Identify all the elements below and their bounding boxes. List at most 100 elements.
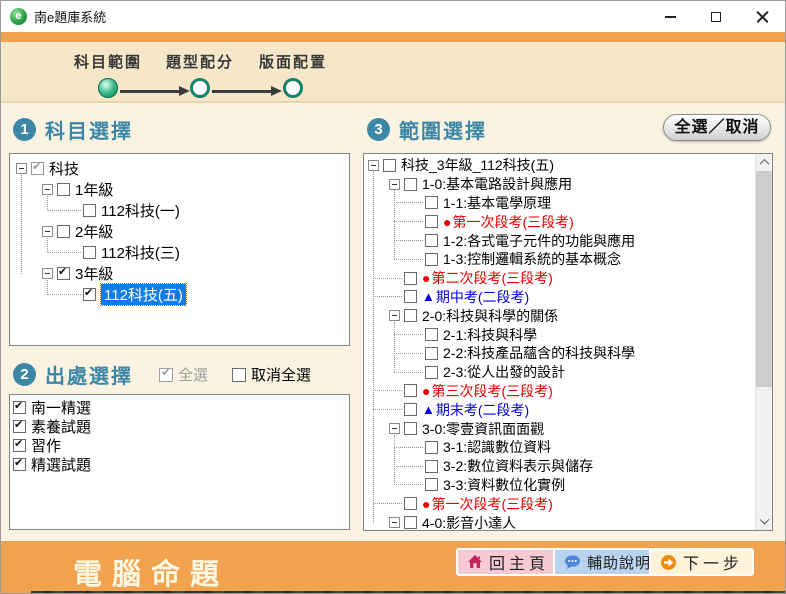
checkbox-icon[interactable] bbox=[83, 204, 96, 217]
tree-node-label[interactable]: 第一次段考(三段考) bbox=[452, 212, 573, 232]
next-step-button[interactable]: 下一步 bbox=[649, 548, 754, 576]
tree-node-label[interactable]: 1-3:控制邏輯系統的基本概念 bbox=[443, 249, 621, 269]
tree-row[interactable]: ●第三次段考(三段考) bbox=[364, 382, 772, 401]
tree-row[interactable]: 2-3:從人出發的設計 bbox=[364, 363, 772, 382]
tree-row[interactable]: 1-2:各式電子元件的功能與應用 bbox=[364, 231, 772, 250]
tree-row[interactable]: 2-0:科技與科學的關係 bbox=[364, 306, 772, 325]
checkbox-icon[interactable] bbox=[404, 178, 417, 191]
close-button[interactable] bbox=[739, 1, 785, 32]
tree-row[interactable]: 2-1:科技與科學 bbox=[364, 325, 772, 344]
checkbox-icon[interactable] bbox=[425, 215, 438, 228]
scrollbar-thumb[interactable] bbox=[756, 171, 773, 387]
expand-toggle-icon[interactable] bbox=[389, 310, 400, 321]
tree-node-label[interactable]: 3-0:零壹資訊面面觀 bbox=[422, 419, 544, 439]
tree-node-label[interactable]: 1-2:各式電子元件的功能與應用 bbox=[443, 231, 635, 251]
checkbox-icon[interactable] bbox=[83, 246, 96, 259]
tree-row[interactable]: ✔ 科技 bbox=[10, 158, 349, 179]
tree-node-label[interactable]: 期中考(二段考) bbox=[436, 287, 529, 307]
tree-node-label[interactable]: 3-2:數位資料表示與儲存 bbox=[443, 456, 593, 476]
checkbox-icon[interactable] bbox=[404, 272, 417, 285]
select-toggle-all-button[interactable]: 全選／取消 bbox=[663, 114, 771, 141]
tree-row[interactable]: ●第二次段考(三段考) bbox=[364, 269, 772, 288]
tree-node-label[interactable]: 2-3:從人出發的設計 bbox=[443, 362, 565, 382]
expand-toggle-icon[interactable] bbox=[389, 517, 400, 528]
tree-node-label[interactable]: 1-0:基本電路設計與應用 bbox=[422, 174, 572, 194]
tree-row[interactable]: 3-2:數位資料表示與儲存 bbox=[364, 457, 772, 476]
tree-row[interactable]: 112科技(一) bbox=[10, 200, 349, 221]
tree-node-label[interactable]: 2-0:科技與科學的關係 bbox=[422, 306, 558, 326]
tree-row[interactable]: 1-1:基本電學原理 bbox=[364, 194, 772, 213]
tree-row[interactable]: 2年級 bbox=[10, 221, 349, 242]
step-circle-icon[interactable] bbox=[190, 78, 210, 98]
checkbox-icon[interactable] bbox=[425, 196, 438, 209]
tree-node-label[interactable]: 112科技(五) bbox=[101, 284, 186, 305]
expand-toggle-icon[interactable] bbox=[368, 160, 379, 171]
checkbox-icon[interactable]: ✔ bbox=[13, 458, 26, 471]
tree-row[interactable]: 3-1:認識數位資料 bbox=[364, 438, 772, 457]
tree-node-label[interactable]: 1-1:基本電學原理 bbox=[443, 193, 551, 213]
checkbox-icon[interactable] bbox=[425, 253, 438, 266]
tree-node-label[interactable]: 112科技(一) bbox=[101, 200, 180, 221]
tree-node-label[interactable]: 2-2:科技產品蘊含的科技與科學 bbox=[443, 343, 635, 363]
checkbox-icon[interactable] bbox=[383, 159, 396, 172]
tree-row[interactable]: ●第一次段考(三段考) bbox=[364, 494, 772, 513]
expand-toggle-icon[interactable] bbox=[42, 226, 53, 237]
tree-row[interactable]: ✔ 3年級 bbox=[10, 263, 349, 284]
scrollbar-down-icon[interactable] bbox=[756, 514, 773, 530]
tree-node-label[interactable]: 第一次段考(三段考) bbox=[431, 494, 552, 514]
tree-node-label[interactable]: 1年級 bbox=[75, 179, 113, 200]
checkbox-icon[interactable] bbox=[404, 403, 417, 416]
tree-node-label[interactable]: 第二次段考(三段考) bbox=[431, 268, 552, 288]
checkbox-icon[interactable]: ✔ bbox=[31, 162, 44, 175]
tree-node-label[interactable]: 2年級 bbox=[75, 221, 113, 242]
tree-node-label[interactable]: 科技 bbox=[49, 158, 79, 179]
checkbox-icon[interactable]: ✔ bbox=[13, 401, 26, 414]
list-item[interactable]: ✔精選試題 bbox=[13, 455, 349, 474]
tree-node-label[interactable]: 3年級 bbox=[75, 263, 113, 284]
expand-toggle-icon[interactable] bbox=[389, 423, 400, 434]
checkbox-icon[interactable] bbox=[404, 516, 417, 529]
tree-node-label[interactable]: 科技_3年級_112科技(五) bbox=[401, 155, 554, 175]
tree-node-label[interactable]: 2-1:科技與科學 bbox=[443, 325, 537, 345]
tree-row[interactable]: 112科技(三) bbox=[10, 242, 349, 263]
deselect-all-checkbox[interactable]: 取消全選 bbox=[232, 364, 311, 385]
step-circle-active-icon[interactable] bbox=[98, 78, 118, 98]
checkbox-icon[interactable]: ✔ bbox=[57, 267, 70, 280]
tree-row[interactable]: 3-3:資料數位化實例 bbox=[364, 476, 772, 495]
checkbox-icon[interactable] bbox=[404, 422, 417, 435]
checkbox-icon[interactable] bbox=[425, 328, 438, 341]
tree-node-label[interactable]: 3-1:認識數位資料 bbox=[443, 437, 551, 457]
checkbox-icon[interactable] bbox=[57, 183, 70, 196]
expand-toggle-icon[interactable] bbox=[16, 163, 27, 174]
checkbox-icon[interactable]: ✔ bbox=[13, 420, 26, 433]
tree-row[interactable]: 1-0:基本電路設計與應用 bbox=[364, 175, 772, 194]
tree-node-label[interactable]: 期末考(二段考) bbox=[436, 400, 529, 420]
checkbox-icon[interactable] bbox=[425, 460, 438, 473]
tree-node-label[interactable]: 第三次段考(三段考) bbox=[431, 381, 552, 401]
list-item[interactable]: ✔南一精選 bbox=[13, 398, 349, 417]
checkbox-icon[interactable] bbox=[425, 347, 438, 360]
checkbox-icon[interactable] bbox=[404, 497, 417, 510]
checkbox-icon[interactable] bbox=[404, 290, 417, 303]
list-item[interactable]: ✔習作 bbox=[13, 436, 349, 455]
checkbox-icon[interactable] bbox=[425, 478, 438, 491]
step-circle-icon[interactable] bbox=[283, 78, 303, 98]
tree-row[interactable]: ●第一次段考(三段考) bbox=[364, 212, 772, 231]
tree-node-label[interactable]: 4-0:影音小達人 bbox=[422, 513, 516, 531]
checkbox-icon[interactable]: ✔ bbox=[13, 439, 26, 452]
checkbox-icon[interactable] bbox=[57, 225, 70, 238]
expand-toggle-icon[interactable] bbox=[389, 179, 400, 190]
checkbox-icon[interactable] bbox=[425, 234, 438, 247]
tree-row[interactable]: 科技_3年級_112科技(五) bbox=[364, 156, 772, 175]
tree-row[interactable]: ▲期中考(二段考) bbox=[364, 288, 772, 307]
scrollbar[interactable] bbox=[755, 154, 772, 530]
checkbox-icon[interactable] bbox=[425, 366, 438, 379]
checkbox-icon[interactable] bbox=[404, 309, 417, 322]
scrollbar-up-icon[interactable] bbox=[756, 154, 773, 170]
tree-node-label[interactable]: 3-3:資料數位化實例 bbox=[443, 475, 565, 495]
expand-toggle-icon[interactable] bbox=[42, 184, 53, 195]
tree-row[interactable]: 4-0:影音小達人 bbox=[364, 513, 772, 531]
checkbox-icon[interactable]: ✔ bbox=[83, 288, 96, 301]
expand-toggle-icon[interactable] bbox=[42, 268, 53, 279]
tree-node-label[interactable]: 112科技(三) bbox=[101, 242, 180, 263]
